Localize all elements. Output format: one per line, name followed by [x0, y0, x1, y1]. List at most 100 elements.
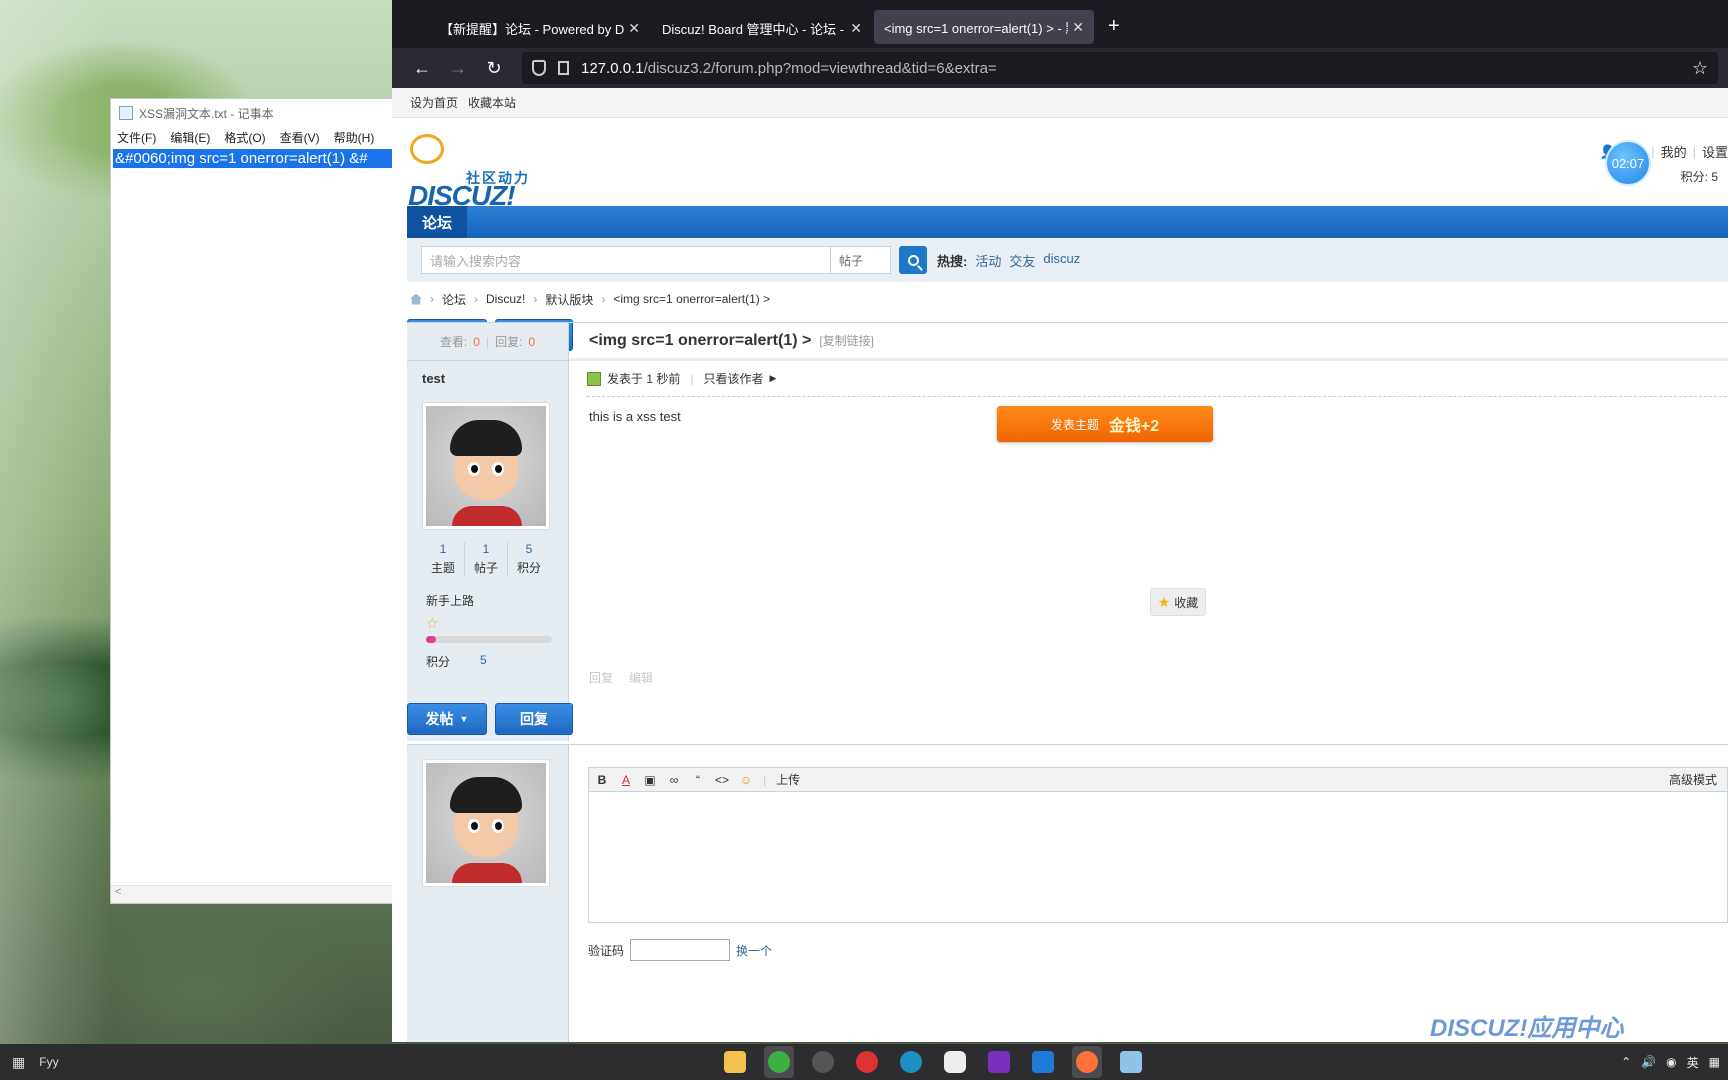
notepad-menu-edit[interactable]: 编辑(E) — [170, 129, 210, 146]
url-bar[interactable]: 127.0.0.1 /discuz3.2/forum.php?mod=viewt… — [522, 52, 1718, 84]
hot-link-friends[interactable]: 交友 — [1009, 251, 1035, 270]
link-icon[interactable]: ∞ — [667, 773, 681, 787]
notepad-taskbar-icon[interactable] — [1116, 1046, 1146, 1078]
forward-arrow-icon[interactable]: → — [440, 58, 476, 79]
separator: | — [763, 772, 767, 787]
notepad-text-area[interactable]: &#0060;img src=1 onerror=alert(1) &# — [113, 149, 401, 885]
onenote-icon[interactable] — [984, 1046, 1014, 1078]
post-reply-action[interactable]: 回复 — [589, 669, 613, 686]
new-post-button[interactable]: 发帖 ▼ — [407, 703, 487, 735]
scroll-left-arrow-icon[interactable]: < — [115, 886, 121, 898]
taskbar-user[interactable]: Fyy — [39, 1055, 58, 1069]
reply-textarea[interactable] — [589, 792, 1727, 922]
settings-link[interactable]: 设置 — [1702, 142, 1728, 161]
user-points-row: 积分 5 — [426, 653, 568, 670]
tab-forum-notice[interactable]: 【新提醒】论坛 - Powered by Discuz! ✕ — [430, 8, 650, 48]
user-points[interactable]: 积分: 5 — [1681, 168, 1718, 185]
task-view-icon[interactable]: ▦ — [12, 1054, 25, 1071]
user-stats: 1 主题 1 帖子 5 积分 — [422, 542, 550, 576]
stat-threads[interactable]: 1 主题 — [422, 542, 464, 576]
reload-icon[interactable]: ↻ — [476, 58, 512, 79]
firefox-icon[interactable] — [1072, 1046, 1102, 1078]
hot-search: 热搜: 活动 交友 discuz — [937, 251, 1080, 270]
quote-icon[interactable]: “ — [691, 773, 705, 787]
post-actions: 回复 编辑 — [589, 669, 653, 686]
main-nav: 论坛 — [392, 206, 1728, 238]
breadcrumb-default-board[interactable]: 默认版块 — [545, 291, 593, 308]
app-icon[interactable] — [940, 1046, 970, 1078]
close-icon[interactable]: ✕ — [850, 20, 862, 37]
network-icon[interactable]: ◉ — [1666, 1055, 1676, 1069]
breadcrumb-thread[interactable]: <img src=1 onerror=alert(1) > — [613, 292, 770, 306]
close-icon[interactable]: ✕ — [628, 20, 640, 37]
bookmark-site-link[interactable]: 收藏本站 — [468, 94, 516, 111]
stat-points[interactable]: 5 积分 — [507, 542, 550, 576]
avatar[interactable] — [422, 402, 550, 530]
search-type-select[interactable]: 帖子 — [831, 246, 891, 274]
image-icon[interactable]: ▣ — [643, 773, 657, 787]
ime-icon[interactable]: ▦ — [1709, 1055, 1720, 1069]
edge-icon[interactable] — [896, 1046, 926, 1078]
file-explorer-icon[interactable] — [720, 1046, 750, 1078]
tab-thread-active[interactable]: <img src=1 onerror=alert(1) > - 默认版块 ✕ — [874, 10, 1094, 44]
notepad-menu-file[interactable]: 文件(F) — [117, 129, 156, 146]
reward-toast: 发表主题 金钱+2 — [997, 406, 1213, 442]
search-button[interactable] — [899, 246, 927, 274]
back-arrow-icon[interactable]: ← — [404, 58, 440, 79]
my-menu[interactable]: 我的 — [1661, 142, 1687, 161]
copy-link[interactable]: [复制链接] — [819, 332, 874, 349]
notepad-menu-format[interactable]: 格式(O) — [224, 129, 265, 146]
advanced-mode-link[interactable]: 高级模式 — [1669, 771, 1717, 788]
volume-icon[interactable]: 🔊 — [1641, 1055, 1656, 1069]
discuz-logo[interactable]: 社区动力 DISCUZ! — [408, 134, 548, 210]
chevron-up-icon[interactable]: ⌃ — [1621, 1055, 1631, 1069]
favorite-button[interactable]: ★ 收藏 — [1150, 588, 1206, 616]
home-icon[interactable] — [410, 293, 422, 305]
app-icon[interactable] — [808, 1046, 838, 1078]
notepad-icon — [119, 106, 133, 120]
stat-posts[interactable]: 1 帖子 — [464, 542, 507, 576]
reply-button[interactable]: 回复 — [495, 703, 573, 735]
notepad-menu-help[interactable]: 帮助(H) — [334, 129, 375, 146]
page-info-icon[interactable] — [558, 61, 569, 75]
user-group[interactable]: 新手上路 — [426, 592, 568, 609]
star-icon: ★ — [1157, 593, 1171, 610]
app-p-icon[interactable] — [1028, 1046, 1058, 1078]
breadcrumb: › 论坛 › Discuz! › 默认版块 › <img src=1 onerr… — [392, 282, 1728, 316]
notepad-window: XSS漏洞文本.txt - 记事本 文件(F) 编辑(E) 格式(O) 查看(V… — [110, 98, 401, 904]
quick-reply: B A ▣ ∞ “ <> ☺ | 上传 高级模式 验证码 换一个 — [407, 744, 1728, 1042]
captcha-refresh-link[interactable]: 换一个 — [736, 942, 772, 959]
only-author-link[interactable]: 只看该作者 — [703, 370, 763, 387]
notepad-selected-text[interactable]: &#0060;img src=1 onerror=alert(1) &# — [113, 149, 401, 168]
star-icon: ☆ — [426, 615, 439, 631]
new-tab-button[interactable]: + — [1108, 15, 1120, 38]
notepad-horizontal-scrollbar[interactable]: < — [111, 885, 399, 903]
post-edit-action[interactable]: 编辑 — [629, 669, 653, 686]
notepad-titlebar[interactable]: XSS漏洞文本.txt - 记事本 — [111, 99, 399, 127]
bold-icon[interactable]: B — [595, 773, 609, 787]
search-input[interactable]: 请输入搜索内容 — [421, 246, 831, 274]
hot-link-activity[interactable]: 活动 — [975, 251, 1001, 270]
nav-item-forum[interactable]: 论坛 — [407, 206, 467, 238]
breadcrumb-forum[interactable]: 论坛 — [442, 291, 466, 308]
captcha-label: 验证码 — [588, 943, 625, 958]
logo-bubble-icon — [410, 134, 444, 164]
set-homepage-link[interactable]: 设为首页 — [410, 94, 458, 111]
wechat-icon[interactable] — [764, 1046, 794, 1078]
upload-button[interactable]: 上传 — [776, 771, 800, 788]
breadcrumb-discuz[interactable]: Discuz! — [486, 292, 525, 306]
hot-link-discuz[interactable]: discuz — [1043, 251, 1080, 270]
captcha-input[interactable] — [630, 939, 731, 961]
code-icon[interactable]: <> — [715, 773, 729, 787]
author-name[interactable]: test — [407, 361, 568, 396]
close-icon[interactable]: ✕ — [1072, 19, 1084, 36]
bookmark-star-icon[interactable]: ☆ — [1692, 58, 1708, 79]
smiley-icon[interactable]: ☺ — [739, 773, 753, 787]
shield-icon[interactable] — [532, 60, 546, 76]
taskbar-left: ▦ Fyy — [0, 1054, 59, 1071]
music-icon[interactable] — [852, 1046, 882, 1078]
tab-admin-center[interactable]: Discuz! Board 管理中心 - 论坛 - 首页 ✕ — [652, 8, 872, 48]
font-color-icon[interactable]: A — [619, 773, 633, 787]
input-language[interactable]: 英 — [1687, 1054, 1699, 1071]
notepad-menu-view[interactable]: 查看(V) — [280, 129, 320, 146]
